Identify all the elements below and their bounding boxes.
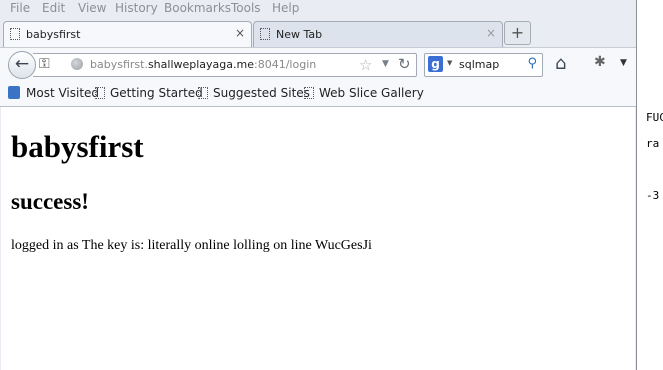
url-prefix: babysfirst. — [90, 58, 148, 71]
bookmark-web-slice-gallery[interactable]: Web Slice Gallery — [304, 86, 424, 100]
url-bar[interactable]: ⚿ babysfirst.shallweplayaga.me:8041/logi… — [33, 53, 417, 77]
navigation-toolbar: ⚿ babysfirst.shallweplayaga.me:8041/logi… — [0, 47, 636, 81]
bookmark-label: Suggested Sites — [213, 86, 310, 100]
toolbar-menu-icon[interactable]: ▼ — [620, 58, 627, 68]
close-tab-icon[interactable]: × — [486, 26, 496, 40]
most-visited-icon — [8, 86, 20, 99]
menu-edit[interactable]: Edit — [42, 1, 65, 15]
star-icon[interactable]: ☆ — [359, 56, 372, 74]
close-tab-icon[interactable]: × — [235, 26, 245, 40]
search-engine-dropdown-icon[interactable]: ▼ — [447, 59, 452, 67]
tab-label: New Tab — [276, 28, 323, 41]
key-icon[interactable]: ⚿ — [39, 56, 50, 72]
bookmark-label: Web Slice Gallery — [319, 86, 424, 100]
url-suffix: :8041/login — [254, 58, 317, 71]
page-heading: babysfirst — [11, 129, 144, 164]
bookmark-page-icon — [198, 87, 208, 99]
menu-file[interactable]: File — [10, 1, 30, 15]
bookmark-getting-started[interactable]: Getting Started — [95, 86, 203, 100]
bookmark-suggested-sites[interactable]: Suggested Sites — [198, 86, 310, 100]
google-icon[interactable]: g — [428, 56, 443, 72]
menu-tools[interactable]: Tools — [231, 1, 261, 15]
login-message: logged in as The key is: literally onlin… — [11, 238, 372, 253]
bookmark-label: Most Visited — [26, 86, 100, 100]
browser-window: File Edit View History Bookmarks Tools H… — [0, 0, 637, 370]
back-arrow-icon: ← — [14, 54, 30, 74]
bookmark-most-visited[interactable]: Most Visited — [8, 86, 99, 100]
tab-babysfirst[interactable]: babysfirst × — [3, 21, 252, 48]
globe-icon[interactable] — [71, 58, 83, 70]
terminal-line: -3 — [646, 189, 660, 202]
menu-help[interactable]: Help — [272, 1, 299, 15]
tab-new-tab[interactable]: New Tab × — [253, 21, 503, 47]
url-text[interactable]: babysfirst.shallweplayaga.me:8041/login — [90, 58, 316, 71]
page-favicon-icon — [10, 28, 20, 40]
reload-icon[interactable]: ↻ — [398, 55, 411, 73]
page-subheading: success! — [11, 189, 89, 214]
search-input[interactable]: sqlmap — [459, 58, 499, 71]
bookmarks-toolbar: Most Visited Getting Started Suggested S… — [0, 80, 636, 107]
tab-strip: babysfirst × New Tab × + — [0, 17, 636, 48]
background-terminal: FUC ra -3 — [637, 0, 663, 370]
menu-bar: File Edit View History Bookmarks Tools H… — [0, 0, 636, 17]
new-tab-button[interactable]: + — [504, 21, 531, 45]
menu-view[interactable]: View — [78, 1, 106, 15]
bookmark-label: Getting Started — [110, 86, 203, 100]
bookmark-page-icon — [304, 87, 314, 99]
back-button[interactable]: ← — [8, 51, 36, 79]
home-icon[interactable]: ⌂ — [555, 53, 566, 74]
terminal-line: FUC — [646, 111, 663, 124]
page-content: babysfirst success! logged in as The key… — [1, 107, 635, 370]
history-dropdown-icon[interactable]: ▼ — [382, 59, 389, 69]
search-bar[interactable]: g ▼ sqlmap ⚲ — [424, 53, 543, 77]
menu-bookmarks[interactable]: Bookmarks — [164, 1, 231, 15]
url-host: shallweplayaga.me — [147, 58, 255, 71]
tab-label: babysfirst — [26, 28, 81, 41]
page-favicon-icon — [260, 28, 270, 40]
bookmark-page-icon — [95, 87, 105, 99]
addon-icon[interactable]: ✱ — [594, 54, 606, 70]
terminal-line: ra — [646, 137, 660, 150]
menu-history[interactable]: History — [115, 1, 158, 15]
magnifier-icon[interactable]: ⚲ — [527, 56, 537, 71]
